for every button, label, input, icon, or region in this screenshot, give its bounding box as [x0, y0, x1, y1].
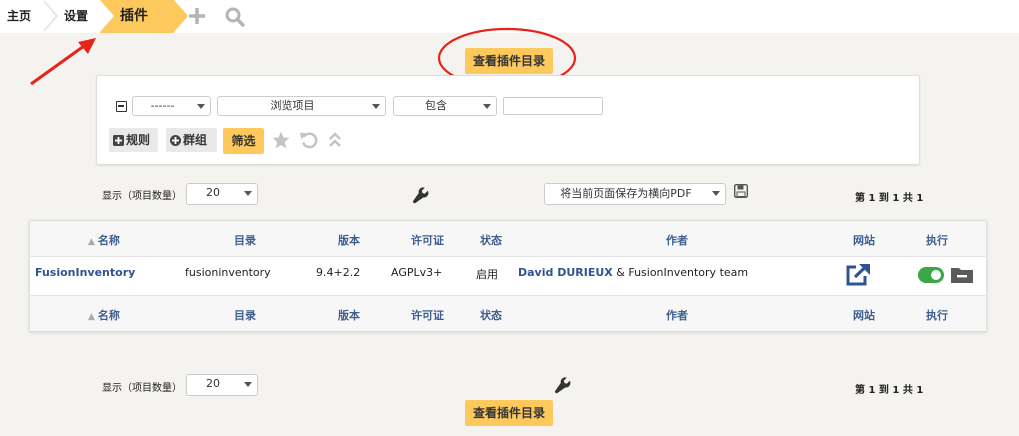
column-footer-license[interactable]: 许可证: [411, 307, 444, 323]
view-plugin-catalog-button-bottom[interactable]: 查看插件目录: [465, 400, 553, 426]
column-footer-directory[interactable]: 目录: [234, 307, 256, 323]
collapse-criteria-icon[interactable]: [116, 101, 127, 112]
column-footer-website: 网站: [853, 309, 875, 322]
table-header-row: ▲ 名称 目录 版本 许可证 状态 作者 网站 执行: [30, 221, 986, 257]
column-header-name[interactable]: ▲ 名称: [88, 232, 120, 248]
search-icon[interactable]: [224, 6, 246, 28]
double-chevron-up-icon[interactable]: [327, 130, 343, 150]
author-rest: & FusionInventory team: [616, 266, 749, 279]
display-count-value: 20: [206, 186, 220, 199]
author-link[interactable]: David DURIEUX: [518, 266, 613, 279]
search-field-select[interactable]: ------: [132, 96, 211, 116]
sort-icon: ▲: [88, 312, 95, 322]
search-operator-value: 包含: [425, 99, 447, 112]
plus-square-icon: [113, 135, 124, 146]
sort-icon: ▲: [88, 237, 95, 247]
wrench-icon[interactable]: [412, 187, 430, 205]
column-header-action: 执行: [926, 234, 948, 247]
plus-icon[interactable]: [187, 6, 207, 26]
search-term-input[interactable]: [503, 97, 603, 115]
column-header-name-label: 名称: [97, 234, 120, 247]
uninstall-folder-icon[interactable]: [950, 266, 974, 284]
breadcrumb-separator: [42, 0, 56, 32]
display-count-value-bottom: 20: [206, 377, 220, 390]
export-option-value: 将当前页面保存为横向PDF: [560, 187, 692, 200]
column-header-directory[interactable]: 目录: [234, 232, 256, 248]
add-rule-button[interactable]: 规则: [109, 128, 158, 152]
pagination-info: 第 1 到 1 共 1: [855, 193, 924, 204]
undo-icon[interactable]: [299, 130, 319, 150]
chevron-down-icon: [483, 104, 491, 109]
add-group-label: 群组: [183, 133, 208, 147]
column-footer-status[interactable]: 状态: [480, 307, 502, 323]
breadcrumb-separator: [174, 0, 188, 32]
display-count-select[interactable]: 20: [186, 183, 258, 205]
annotation-arrow-icon: [30, 38, 96, 86]
column-footer-action: 执行: [926, 309, 948, 322]
external-link-icon[interactable]: [845, 263, 871, 287]
column-header-author[interactable]: 作者: [666, 232, 688, 248]
chevron-down-icon: [372, 104, 380, 109]
search-operator-select[interactable]: 包含: [393, 96, 497, 116]
display-count-select-bottom[interactable]: 20: [186, 374, 258, 396]
chevron-down-icon: [244, 191, 252, 196]
column-header-license[interactable]: 许可证: [411, 232, 444, 248]
plugin-status: 启用: [476, 268, 498, 281]
add-rule-label: 规则: [126, 133, 151, 147]
plus-circle-icon: [170, 135, 181, 146]
save-icon[interactable]: [734, 184, 748, 198]
view-plugin-catalog-button[interactable]: 查看插件目录: [465, 48, 553, 74]
plugin-license: AGPLv3+: [391, 266, 443, 279]
table-footer-row: ▲ 名称 目录 版本 许可证 状态 作者 网站 执行: [30, 295, 986, 331]
wrench-icon[interactable]: [554, 377, 572, 395]
column-footer-name-label: 名称: [97, 309, 120, 322]
breadcrumb-separator: [100, 0, 114, 32]
filter-button[interactable]: 筛选: [223, 128, 264, 154]
plugins-table: ▲ 名称 目录 版本 许可证 状态 作者 网站 执行 FusionInventor…: [29, 220, 987, 332]
plugin-enabled-toggle[interactable]: [918, 267, 944, 283]
column-footer-name[interactable]: ▲ 名称: [88, 307, 120, 323]
breadcrumb-home[interactable]: 主页: [0, 0, 44, 33]
export-select[interactable]: 将当前页面保存为横向PDF: [544, 183, 726, 205]
search-criteria-panel: ------ 浏览项目 包含 规则 群组 筛选: [96, 75, 920, 165]
search-field-value: ------: [150, 99, 175, 112]
pagination-info-bottom: 第 1 到 1 共 1: [855, 385, 924, 396]
column-header-status[interactable]: 状态: [480, 232, 502, 248]
plugin-directory: fusioninventory: [185, 266, 271, 279]
star-icon[interactable]: [271, 130, 291, 150]
display-count-label-bottom: 显示（项目数量）: [102, 383, 182, 394]
column-footer-version[interactable]: 版本: [338, 307, 360, 323]
search-criteria-select[interactable]: 浏览项目: [217, 96, 386, 116]
column-header-version[interactable]: 版本: [338, 232, 360, 248]
plugin-version: 9.4+2.2: [316, 266, 361, 279]
chevron-down-icon: [244, 382, 252, 387]
column-header-website: 网站: [853, 234, 875, 247]
column-footer-author[interactable]: 作者: [666, 307, 688, 323]
plugin-name-link[interactable]: FusionInventory: [35, 266, 135, 279]
chevron-down-icon: [197, 104, 205, 109]
display-count-label: 显示（项目数量）: [102, 191, 182, 202]
chevron-down-icon: [712, 191, 720, 196]
search-criteria-value: 浏览项目: [270, 99, 315, 112]
plugin-author: David DURIEUX & FusionInventory team: [518, 266, 748, 279]
add-group-button[interactable]: 群组: [166, 128, 217, 152]
